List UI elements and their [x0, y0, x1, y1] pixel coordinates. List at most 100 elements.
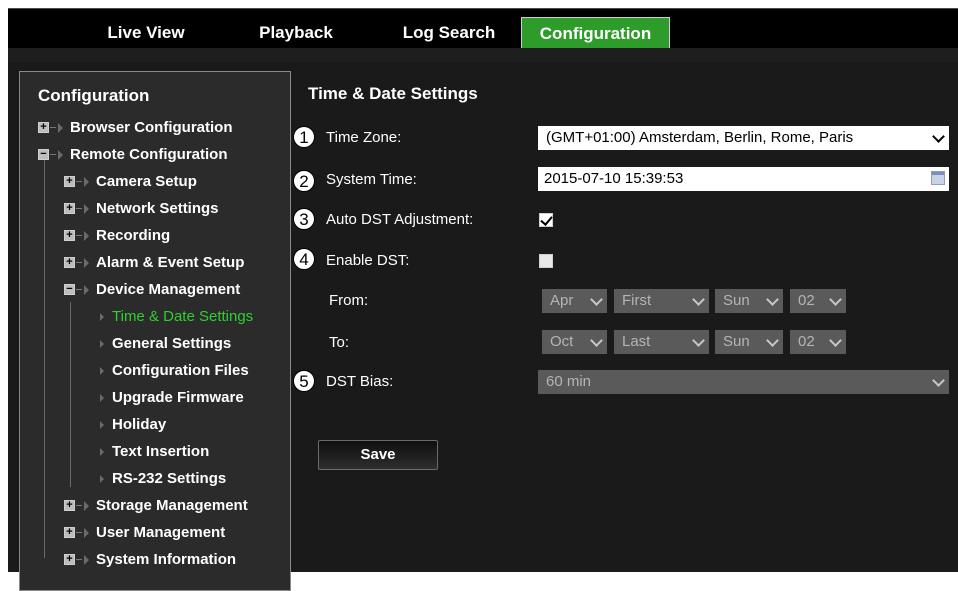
arrow-icon — [100, 475, 104, 483]
collapse-icon[interactable]: − — [38, 149, 49, 160]
tab-playback[interactable]: Playback — [248, 17, 344, 49]
tree-line — [76, 559, 82, 560]
auto-dst-checkbox[interactable] — [539, 213, 553, 227]
sidebar-item-label: Configuration Files — [112, 362, 249, 379]
from-label: From: — [329, 292, 369, 309]
dst-bias-select[interactable]: 60 min — [538, 370, 949, 394]
collapse-icon[interactable]: − — [64, 284, 75, 295]
chevron-down-icon — [692, 293, 705, 306]
arrow-icon — [84, 555, 89, 565]
main-panel: Configuration + Browser Configuration − … — [8, 62, 958, 591]
to-hour-select[interactable]: 02 — [790, 330, 846, 354]
to-month-select[interactable]: Oct — [542, 330, 607, 354]
sidebar-item-label: Storage Management — [96, 497, 248, 514]
to-day-value: Sun — [723, 333, 750, 350]
expand-icon[interactable]: + — [64, 257, 75, 268]
chevron-down-icon — [766, 334, 779, 347]
save-button[interactable]: Save — [318, 440, 438, 470]
from-month-value: Apr — [550, 292, 574, 309]
system-time-input[interactable]: 2015-07-10 15:39:53 — [538, 167, 949, 191]
tree-line — [76, 181, 82, 182]
tree-line — [76, 208, 82, 209]
from-day-value: Sun — [723, 292, 750, 309]
sidebar-item-label: Alarm & Event Setup — [96, 254, 245, 271]
time-zone-value: (GMT+01:00) Amsterdam, Berlin, Rome, Par… — [546, 129, 854, 146]
arrow-icon — [84, 204, 89, 214]
check-icon — [540, 213, 553, 226]
tree-line — [76, 532, 82, 533]
chevron-down-icon — [932, 374, 945, 387]
callout-number: 3 — [293, 208, 315, 230]
chevron-down-icon — [829, 334, 842, 347]
tree-line — [76, 289, 82, 290]
to-day-select[interactable]: Sun — [715, 330, 783, 354]
from-week-select[interactable]: First — [614, 289, 709, 313]
arrow-icon — [84, 177, 89, 187]
enable-dst-label: Enable DST: — [326, 252, 410, 269]
tree-line — [50, 154, 56, 155]
arrow-icon — [58, 150, 63, 160]
arrow-icon — [84, 285, 89, 295]
calendar-icon[interactable] — [931, 171, 945, 185]
sidebar: Configuration + Browser Configuration − … — [19, 71, 291, 591]
time-zone-label: Time Zone: — [326, 129, 402, 146]
callout-number: 4 — [293, 248, 315, 270]
dst-bias-label: DST Bias: — [326, 373, 394, 390]
sidebar-item-label: Holiday — [112, 416, 167, 433]
from-hour-select[interactable]: 02 — [790, 289, 846, 313]
arrow-icon — [84, 258, 89, 268]
chevron-down-icon — [932, 130, 945, 143]
to-hour-value: 02 — [798, 333, 815, 350]
top-navigation-bar: Live View Playback Log Search Configurat… — [8, 8, 958, 49]
arrow-icon — [100, 421, 104, 429]
callout-number: 1 — [293, 126, 315, 148]
sidebar-item-label: Browser Configuration — [70, 119, 233, 136]
to-week-value: Last — [622, 333, 651, 350]
from-week-value: First — [622, 292, 652, 309]
sidebar-item-label: System Information — [96, 551, 237, 568]
sidebar-item-label: Time & Date Settings — [112, 308, 254, 325]
tree-connector — [44, 152, 45, 558]
arrow-icon — [100, 340, 104, 348]
to-label: To: — [329, 334, 350, 351]
arrow-icon — [84, 501, 89, 511]
time-zone-select[interactable]: (GMT+01:00) Amsterdam, Berlin, Rome, Par… — [538, 126, 949, 150]
expand-icon[interactable]: + — [64, 554, 75, 565]
tab-configuration[interactable]: Configuration — [521, 17, 670, 49]
chevron-down-icon — [829, 293, 842, 306]
chevron-down-icon — [692, 334, 705, 347]
to-month-value: Oct — [550, 333, 574, 350]
arrow-icon — [100, 367, 104, 375]
tree-line — [76, 262, 82, 263]
chevron-down-icon — [766, 293, 779, 306]
arrow-icon — [100, 313, 104, 321]
enable-dst-checkbox[interactable] — [539, 254, 553, 268]
sidebar-item-label: Recording — [96, 227, 171, 244]
chevron-down-icon — [590, 334, 603, 347]
from-month-select[interactable]: Apr — [542, 289, 607, 313]
tree-line — [76, 505, 82, 506]
system-time-value: 2015-07-10 15:39:53 — [544, 170, 684, 187]
arrow-icon — [58, 123, 63, 133]
expand-icon[interactable]: + — [64, 500, 75, 511]
tab-live-view[interactable]: Live View — [90, 17, 202, 49]
sidebar-item-label: Device Management — [96, 281, 241, 298]
expand-icon[interactable]: + — [64, 176, 75, 187]
expand-icon[interactable]: + — [64, 203, 75, 214]
expand-icon[interactable]: + — [38, 122, 49, 133]
dst-bias-value: 60 min — [546, 373, 592, 390]
top-strip — [8, 48, 958, 63]
arrow-icon — [84, 231, 89, 241]
from-hour-value: 02 — [798, 292, 815, 309]
tree-line — [76, 235, 82, 236]
expand-icon[interactable]: + — [64, 527, 75, 538]
page-title: Time & Date Settings — [308, 84, 478, 103]
system-time-label: System Time: — [326, 171, 417, 188]
arrow-icon — [100, 394, 104, 402]
tab-log-search[interactable]: Log Search — [388, 17, 510, 49]
to-week-select[interactable]: Last — [614, 330, 709, 354]
sidebar-item-label: Remote Configuration — [70, 146, 228, 163]
auto-dst-label: Auto DST Adjustment: — [326, 211, 474, 228]
from-day-select[interactable]: Sun — [715, 289, 783, 313]
expand-icon[interactable]: + — [64, 230, 75, 241]
